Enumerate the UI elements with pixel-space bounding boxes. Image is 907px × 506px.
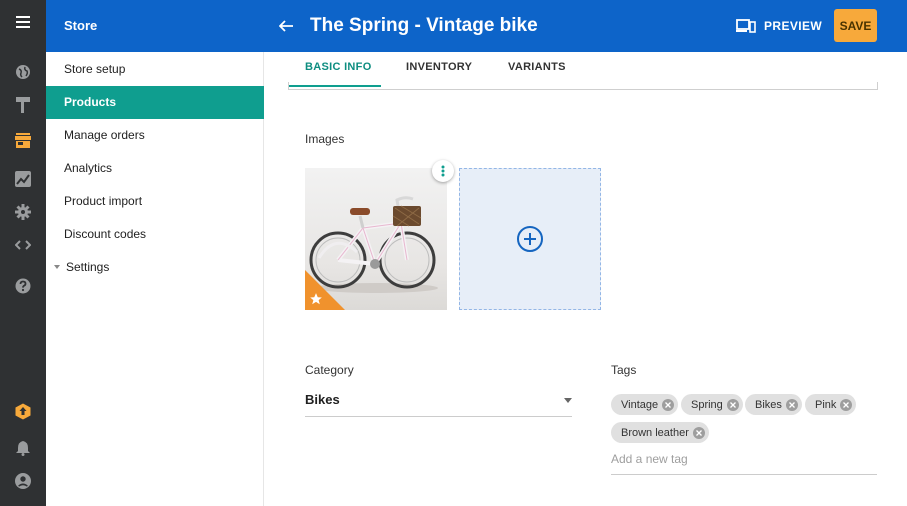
main-content: BASIC INFO INVENTORY VARIANTS Images Cat…: [265, 52, 907, 506]
tag-label: Spring: [691, 398, 723, 411]
code-icon[interactable]: [0, 233, 46, 257]
save-button[interactable]: SAVE: [834, 9, 877, 42]
top-bar: Store The Spring - Vintage bike PREVIEW …: [46, 0, 907, 52]
preview-label: PREVIEW: [764, 19, 823, 33]
store-icon[interactable]: [0, 128, 46, 152]
tag-label: Vintage: [621, 398, 659, 411]
add-circle-icon: [517, 226, 543, 252]
add-image-button[interactable]: [459, 168, 601, 310]
sidebar-item-settings[interactable]: Settings: [46, 251, 264, 284]
category-select[interactable]: Bikes: [305, 392, 340, 407]
globe-icon[interactable]: [0, 60, 46, 84]
sidebar-nav: Store setup Products Manage orders Analy…: [46, 52, 264, 506]
field-border: [288, 89, 878, 90]
images-label: Images: [305, 132, 345, 146]
sidebar-item-store-setup[interactable]: Store setup: [46, 53, 264, 86]
tag-label: Pink: [815, 398, 837, 411]
tab-inventory[interactable]: INVENTORY: [406, 52, 472, 88]
hex-up-icon[interactable]: [0, 399, 46, 423]
chevron-down-icon: [54, 264, 60, 269]
remove-tag-icon[interactable]: [692, 426, 705, 439]
remove-tag-icon[interactable]: [726, 398, 739, 411]
sidebar-item-discount-codes[interactable]: Discount codes: [46, 218, 264, 251]
back-arrow-icon[interactable]: [274, 14, 298, 38]
tab-variants[interactable]: VARIANTS: [508, 52, 566, 88]
tag-chip: Spring: [681, 394, 743, 415]
sidebar-item-products[interactable]: Products: [46, 86, 264, 119]
sidebar-item-analytics[interactable]: Analytics: [46, 152, 264, 185]
tab-indicator: [288, 85, 381, 87]
bell-icon[interactable]: [0, 436, 46, 460]
remove-tag-icon[interactable]: [785, 398, 798, 411]
star-icon: [310, 293, 322, 305]
paint-roller-icon[interactable]: [0, 93, 46, 117]
store-title: Store: [64, 18, 98, 33]
chart-icon[interactable]: [0, 167, 46, 191]
icon-rail: [0, 0, 46, 506]
sidebar-item-manage-orders[interactable]: Manage orders: [46, 119, 264, 152]
tag-chip: Vintage: [611, 394, 679, 415]
dropdown-arrow-icon[interactable]: [564, 398, 572, 403]
sidebar-item-product-import[interactable]: Product import: [46, 185, 264, 218]
more-vert-icon[interactable]: [432, 160, 454, 182]
sidebar-item-label: Settings: [66, 260, 110, 274]
category-label: Category: [305, 363, 354, 377]
tag-label: Bikes: [755, 398, 782, 411]
devices-icon: [736, 19, 756, 33]
help-icon[interactable]: [0, 274, 46, 298]
preview-button[interactable]: PREVIEW: [736, 12, 822, 40]
tag-label: Brown leather: [621, 426, 689, 439]
tag-chip: Pink: [805, 394, 857, 415]
tag-chip: Bikes: [745, 394, 802, 415]
tag-input[interactable]: Add a new tag: [611, 452, 877, 466]
category-underline: [305, 416, 572, 417]
page-title: The Spring - Vintage bike: [310, 15, 538, 36]
tags-label: Tags: [611, 363, 637, 377]
field-border: [877, 82, 878, 90]
gear-icon[interactable]: [0, 200, 46, 224]
account-icon[interactable]: [0, 469, 46, 493]
product-image[interactable]: [305, 168, 447, 310]
remove-tag-icon[interactable]: [840, 398, 853, 411]
tag-input-underline: [611, 474, 877, 475]
remove-tag-icon[interactable]: [662, 398, 675, 411]
tag-chip: Brown leather: [611, 422, 709, 443]
menu-icon[interactable]: [0, 10, 46, 34]
tab-basic-info[interactable]: BASIC INFO: [305, 52, 372, 88]
